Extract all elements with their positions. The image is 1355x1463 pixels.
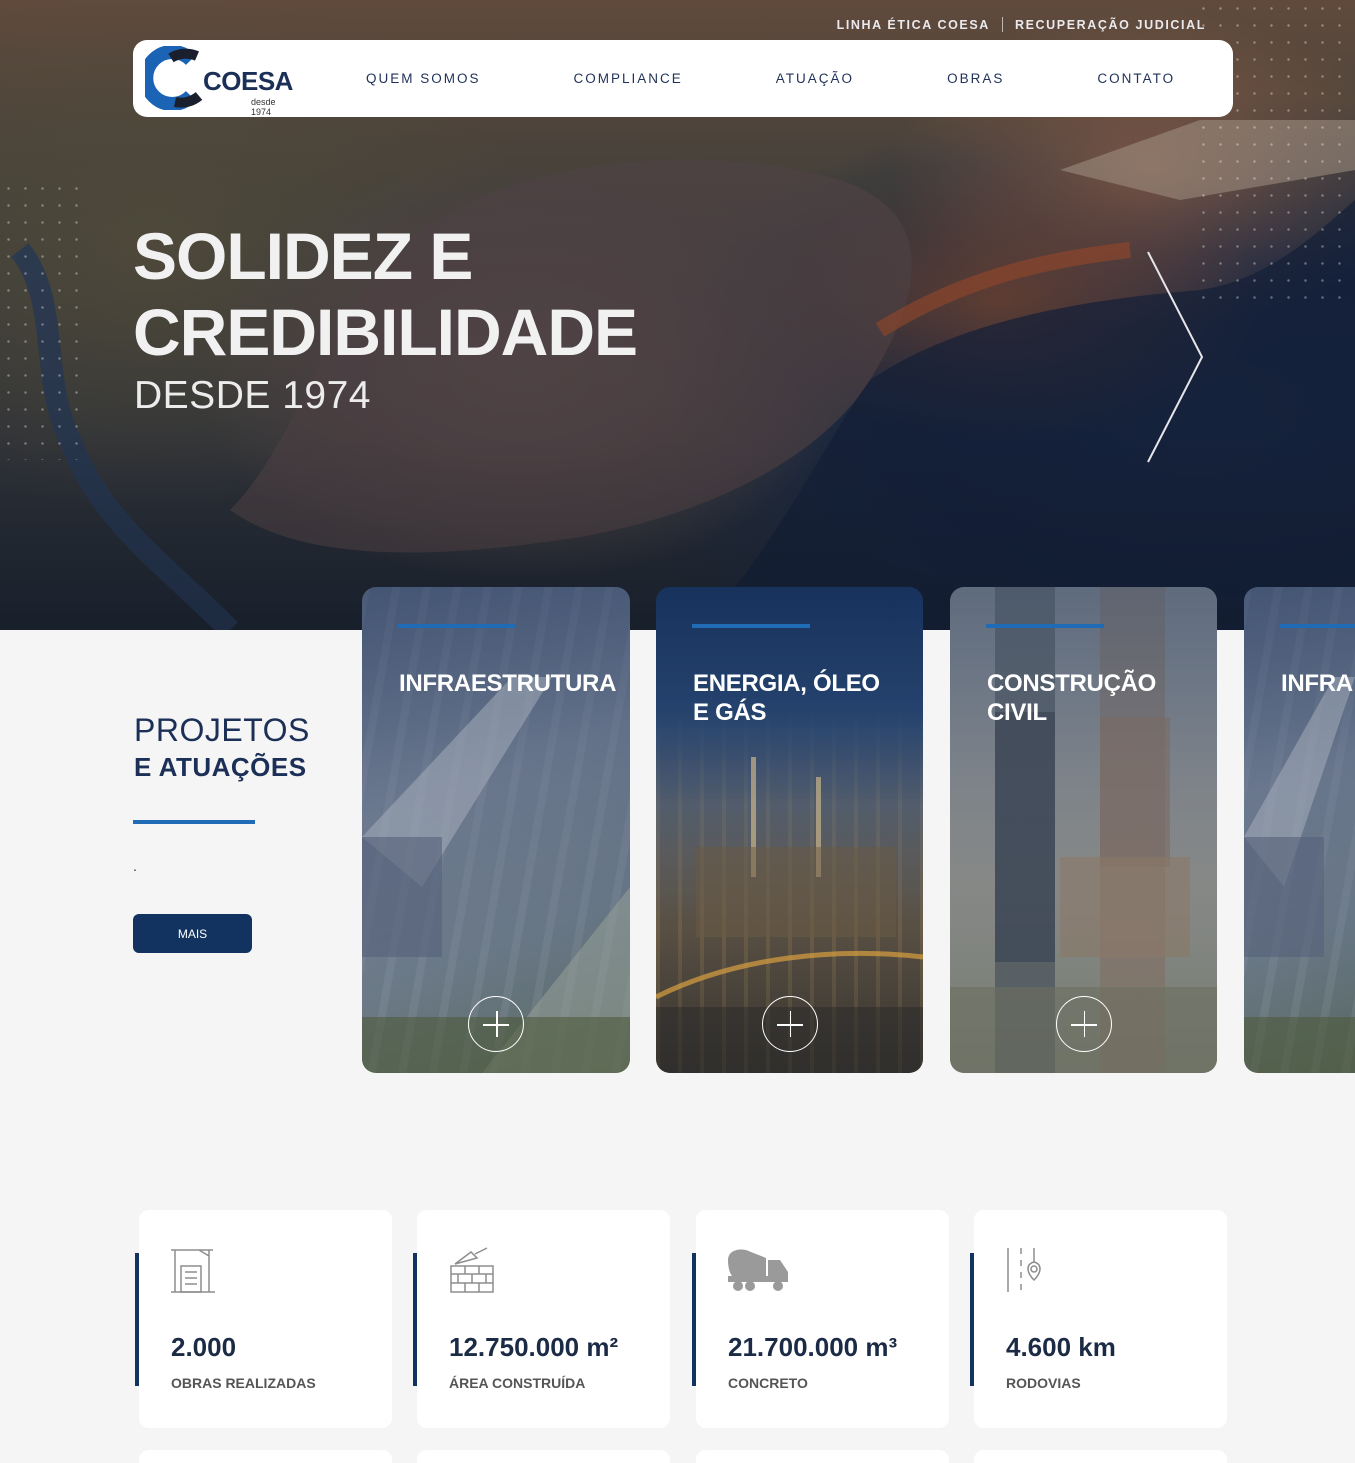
stat-card-next-row [139,1450,392,1463]
card-accent-bar [398,624,516,628]
nav-obras[interactable]: OBRAS [947,71,1004,86]
stat-label: CONCRETO [728,1375,808,1391]
project-card-infraestrutura[interactable]: INFRAESTRUTURA [362,587,630,1073]
main-navbar: COESA desde 1974 QUEM SOMOS COMPLIANCE A… [133,40,1233,117]
stat-value: 4.600 km [1006,1332,1116,1362]
stat-accent-bar [692,1253,696,1386]
airport-image [1244,677,1355,1073]
road-pin-icon [1007,1248,1041,1292]
card-title: CONSTRUÇÃO CIVIL [987,669,1203,727]
nav-quem-somos[interactable]: QUEM SOMOS [366,71,481,86]
stat-value: 21.700.000 m³ [728,1332,898,1362]
plus-circle-icon[interactable] [468,996,524,1052]
stat-label: ÁREA CONSTRUÍDA [449,1375,586,1391]
hero-subtitle: DESDE 1974 [134,374,371,417]
nav-compliance[interactable]: COMPLIANCE [574,71,683,86]
logo-c-mark [145,46,203,110]
plus-circle-icon[interactable] [761,996,818,1052]
link-recuperacao-judicial[interactable]: RECUPERAÇÃO JUDICIAL [1003,18,1218,32]
top-utility-links: LINHA ÉTICA COESA RECUPERAÇÃO JUDICIAL [825,17,1218,32]
stat-value: 2.000 [171,1332,237,1362]
logo-tagline: desde 1974 [251,97,276,117]
project-card-infraestrutura-partial[interactable]: INFRA [1244,587,1355,1073]
hero-title-line1: SOLIDEZ E [133,219,473,293]
hero-title-line2: CREDIBILIDADE [133,295,638,369]
stat-card-obras: 2.000 OBRAS REALIZADAS [135,1210,392,1428]
card-title: ENERGIA, ÓLEO E GÁS [693,669,909,727]
stat-card-next-row [696,1450,949,1463]
slider-next-arrow-icon[interactable] [1140,250,1210,465]
stat-card-rodovias: 4.600 km RODOVIAS [970,1210,1227,1428]
hero-title: SOLIDEZ E CREDIBILIDADE [133,218,638,370]
card-title-line2: E GÁS [693,699,767,726]
stat-card-area: 12.750.000 m² ÁREA CONSTRUÍDA [413,1210,670,1428]
logo-wordmark: COESA [203,66,293,96]
card-title-line1: INFRAESTRUTURA [399,670,617,697]
card-title-line1: ENERGIA, ÓLEO [693,670,880,697]
stat-card-next-row [417,1450,670,1463]
card-accent-bar [1280,624,1355,628]
card-title-line1: INFRA [1281,670,1353,697]
project-card-construcao-civil[interactable]: CONSTRUÇÃO CIVIL [950,587,1217,1073]
coesa-logo[interactable]: COESA desde 1974 [145,46,293,117]
card-title: INFRA [1281,669,1353,698]
stat-label: RODOVIAS [1006,1375,1081,1391]
crane-building-icon [171,1249,215,1293]
projects-text: . [133,858,137,874]
card-title-line1: CONSTRUÇÃO [987,670,1156,697]
projects-divider [133,820,255,824]
stat-card-next-row [974,1450,1227,1463]
card-accent-bar [986,624,1104,628]
stat-accent-bar [413,1253,417,1386]
card-accent-bar [692,624,810,628]
stat-card-concreto: 21.700.000 m³ CONCRETO [692,1210,949,1428]
hero-banner: LINHA ÉTICA COESA RECUPERAÇÃO JUDICIAL C… [0,0,1355,630]
projects-heading-bold: E ATUAÇÕES [134,752,307,782]
concrete-mixer-icon [728,1249,788,1291]
nav-contato[interactable]: CONTATO [1097,71,1175,86]
primary-nav: QUEM SOMOS COMPLIANCE ATUAÇÃO OBRAS CONT… [366,40,1175,117]
trowel-bricks-icon [450,1247,494,1293]
card-title: INFRAESTRUTURA [399,669,616,698]
stat-accent-bar [970,1253,974,1386]
mais-button[interactable]: MAIS [133,914,252,953]
stat-value: 12.750.000 m² [449,1332,619,1362]
dot-pattern [0,180,90,460]
projects-heading-light: PROJETOS [134,712,310,748]
nav-atuacao[interactable]: ATUAÇÃO [776,71,854,86]
stat-accent-bar [135,1253,139,1386]
stat-label: OBRAS REALIZADAS [171,1375,316,1391]
link-linha-etica[interactable]: LINHA ÉTICA COESA [825,18,1002,32]
plus-circle-icon[interactable] [1055,996,1112,1052]
card-title-line2: CIVIL [987,699,1047,726]
project-card-energia[interactable]: ENERGIA, ÓLEO E GÁS [656,587,923,1073]
